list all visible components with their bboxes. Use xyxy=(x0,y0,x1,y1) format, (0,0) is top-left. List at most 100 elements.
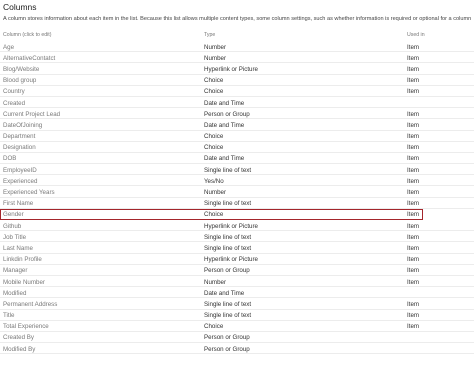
column-type: Person or Group xyxy=(204,334,250,342)
column-type: Single line of text xyxy=(204,200,252,208)
column-name-link[interactable]: Experienced xyxy=(3,178,37,185)
table-row: Designation Choice Item xyxy=(0,142,474,153)
column-name-link[interactable]: Created xyxy=(3,100,25,107)
column-type: Hyperlink or Picture xyxy=(204,65,258,73)
column-type: Hyperlink or Picture xyxy=(204,222,258,230)
column-name-link[interactable]: Modified xyxy=(3,290,26,297)
column-name-link[interactable]: Title xyxy=(3,312,14,319)
columns-table: Age Number Item AlternativeContatct Number It… xyxy=(0,41,474,355)
table-row: Linkdin Profile Hyperlink or Picture Item xyxy=(0,254,474,265)
table-row: Github Hyperlink or Picture Item xyxy=(0,220,474,232)
column-name-link[interactable]: Permanent Address xyxy=(3,301,57,308)
column-name-link[interactable]: Manager xyxy=(3,267,27,274)
column-used-in: Item xyxy=(407,312,420,320)
column-name-link[interactable]: Gender xyxy=(3,211,24,218)
column-used-in: Item xyxy=(407,256,420,264)
column-used-in: Item xyxy=(407,166,420,174)
column-used-in: Item xyxy=(407,54,420,62)
table-row: Mobile Number Number Item xyxy=(0,276,474,288)
column-name-link[interactable]: Designation xyxy=(3,144,36,151)
column-type: Single line of text xyxy=(204,233,252,241)
table-row: Current Project Lead Person or Group Item xyxy=(0,108,474,120)
columns-description: A column stores information about each i… xyxy=(3,16,472,22)
table-row: Created By Person or Group xyxy=(0,332,474,344)
column-used-in: Item xyxy=(407,177,420,185)
column-name-link[interactable]: EmployeeID xyxy=(3,167,37,174)
column-used-in: Item xyxy=(407,244,420,252)
table-row: Age Number Item xyxy=(0,41,474,53)
column-used-in: Item xyxy=(407,278,420,286)
table-row: Last Name Single line of text Item xyxy=(0,242,474,254)
column-name-link[interactable]: Modified By xyxy=(3,346,35,353)
column-name-link[interactable]: Current Project Lead xyxy=(3,111,60,118)
column-name-link[interactable]: AlternativeContatct xyxy=(3,55,55,62)
column-name-link[interactable]: Created By xyxy=(3,334,34,341)
table-row: Experienced Years Number Item xyxy=(0,186,474,198)
table-row: Created Date and Time xyxy=(0,97,474,109)
column-used-in: Item xyxy=(407,155,420,163)
column-type: Single line of text xyxy=(204,244,252,252)
column-name-link[interactable]: Mobile Number xyxy=(3,279,45,286)
table-row: Department Choice Item xyxy=(0,131,474,142)
table-row: Title Single line of text Item xyxy=(0,310,474,321)
column-type: Choice xyxy=(204,133,224,141)
column-used-in: Item xyxy=(407,300,420,308)
column-type: Yes/No xyxy=(204,177,224,185)
column-name-link[interactable]: Linkdin Profile xyxy=(3,256,42,263)
list-settings-page: Columns A column stores information abou… xyxy=(0,0,474,385)
column-used-in: Item xyxy=(407,88,420,96)
column-type: Person or Group xyxy=(204,345,250,353)
column-type: Single line of text xyxy=(204,166,252,174)
table-row: AlternativeContatct Number Item xyxy=(0,52,474,64)
column-used-in: Item xyxy=(407,233,420,241)
column-name-header: Column (click to edit) xyxy=(3,32,52,38)
column-type: Person or Group xyxy=(204,110,250,118)
columns-section-title: Columns xyxy=(3,2,37,12)
column-type-header: Type xyxy=(204,32,216,38)
column-used-in: Item xyxy=(407,110,420,118)
column-type: Date and Time xyxy=(204,155,245,163)
table-row: Manager Person or Group Item xyxy=(0,265,474,276)
column-used-in: Item xyxy=(407,211,420,219)
column-type: Number xyxy=(204,278,227,286)
table-row: Total Experience Choice Item xyxy=(0,321,474,332)
table-row: First Name Single line of text Item xyxy=(0,198,474,209)
column-name-link[interactable]: Blog/Website xyxy=(3,66,39,73)
column-name-link[interactable]: Country xyxy=(3,88,25,95)
column-name-link[interactable]: Department xyxy=(3,133,35,140)
column-type: Single line of text xyxy=(204,300,252,308)
column-name-link[interactable]: Age xyxy=(3,44,14,51)
table-row: Modified By Person or Group xyxy=(0,343,474,355)
column-used-in: Item xyxy=(407,77,420,85)
column-used-in-header: Used in xyxy=(407,32,425,38)
column-type: Choice xyxy=(204,323,224,331)
column-used-in: Item xyxy=(407,65,420,73)
column-name-link[interactable]: DOB xyxy=(3,155,16,162)
column-type: Date and Time xyxy=(204,121,245,129)
column-name-link[interactable]: Experienced Years xyxy=(3,189,55,196)
column-name-link[interactable]: First Name xyxy=(3,200,33,207)
column-type: Date and Time xyxy=(204,289,245,297)
column-name-link[interactable]: DateOfJoining xyxy=(3,122,42,129)
column-name-link[interactable]: Total Experience xyxy=(3,323,49,330)
column-type: Date and Time xyxy=(204,99,245,107)
table-row: Gender Choice Item xyxy=(0,208,423,220)
table-row: Permanent Address Single line of text Item xyxy=(0,298,474,310)
column-used-in: Item xyxy=(407,323,420,331)
column-used-in: Item xyxy=(407,144,420,152)
column-type: Number xyxy=(204,189,227,197)
column-type: Choice xyxy=(204,211,224,219)
column-name-link[interactable]: Last Name xyxy=(3,245,33,252)
column-used-in: Item xyxy=(407,121,420,129)
column-used-in: Item xyxy=(407,43,420,51)
column-name-link[interactable]: Blood group xyxy=(3,77,36,84)
column-type: Choice xyxy=(204,77,224,85)
column-name-link[interactable]: Job Title xyxy=(3,234,26,241)
table-row: Modified Date and Time xyxy=(0,287,474,299)
column-type: Number xyxy=(204,54,227,62)
table-row: Job Title Single line of text Item xyxy=(0,231,474,243)
column-type: Choice xyxy=(204,144,224,152)
column-name-link[interactable]: Github xyxy=(3,223,21,230)
table-row: Blood group Choice Item xyxy=(0,75,474,86)
column-used-in: Item xyxy=(407,189,420,197)
